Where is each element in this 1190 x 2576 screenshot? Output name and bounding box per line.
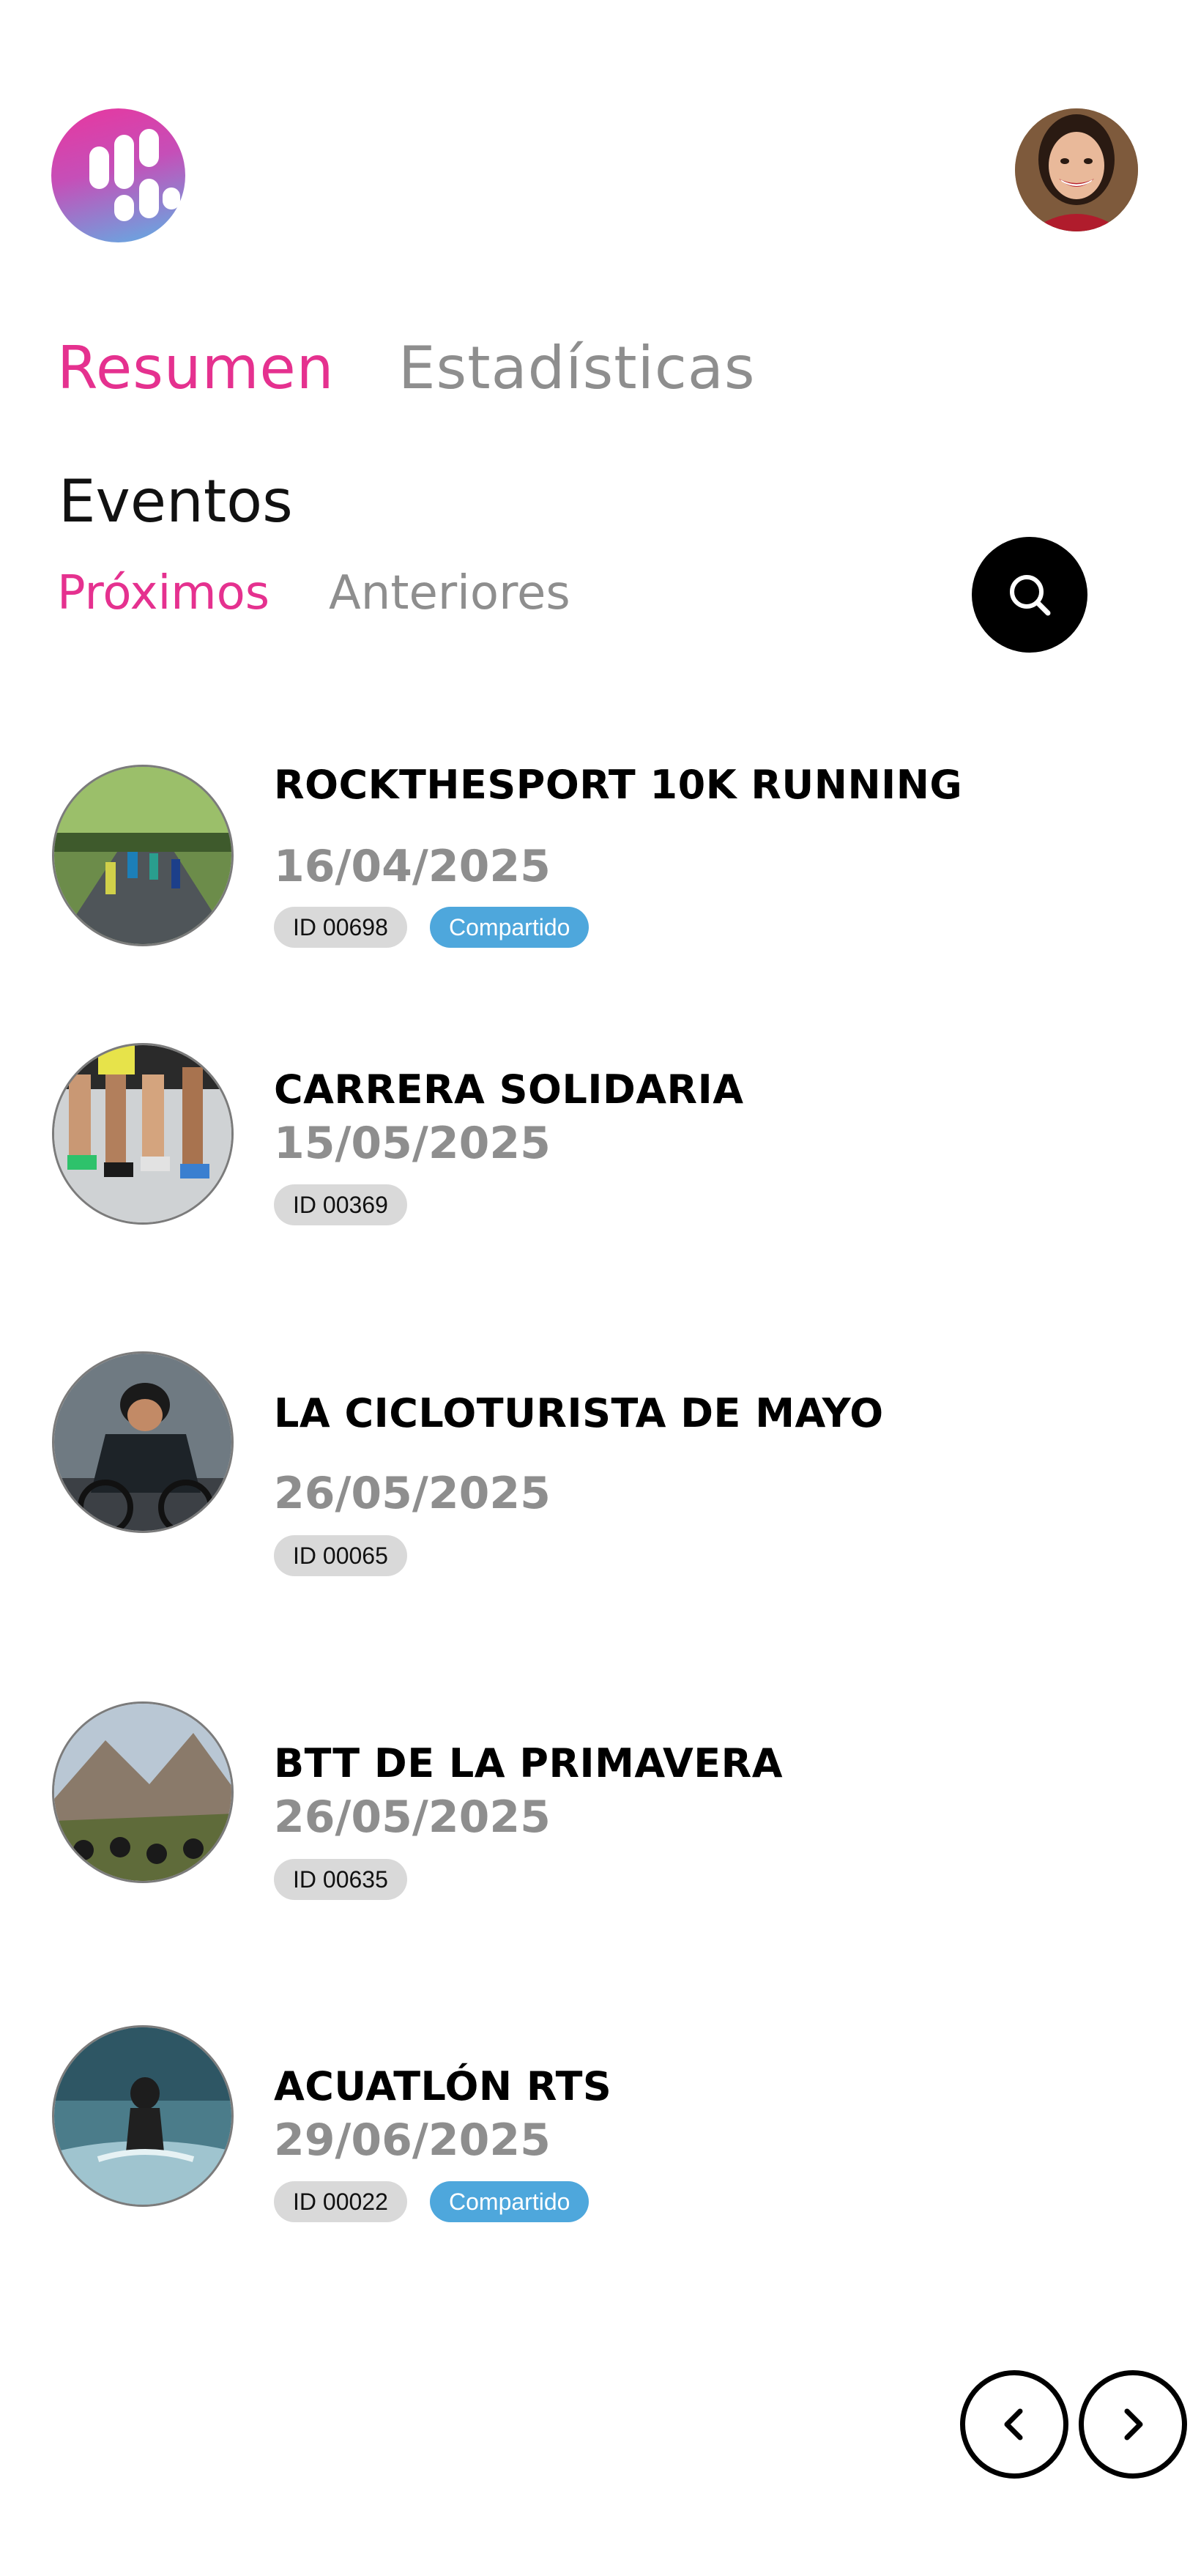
avatar-illustration [1015,108,1138,231]
event-title[interactable]: ROCKTHESPORT 10K RUNNING [274,756,962,814]
chevron-left-icon [1004,2408,1023,2440]
event-id-badge: ID 00022 [274,2181,407,2222]
event-image-btt[interactable] [52,1701,234,1883]
event-id-badge: ID 00369 [274,1184,407,1225]
water-runner-photo [54,2027,231,2205]
app-logo[interactable] [51,108,185,242]
logo-bar [114,195,134,221]
shared-badge: Compartido [430,2181,590,2222]
user-avatar[interactable] [1015,108,1138,231]
event-title[interactable]: CARRERA SOLIDARIA [274,1061,744,1119]
event-title[interactable]: ACUATLÓN RTS [274,2057,611,2116]
logo-bar [139,179,159,218]
logo-bar [89,146,109,189]
event-id-badge: ID 00698 [274,907,407,948]
previous-page-button[interactable] [960,2370,1068,2479]
tab-resumen[interactable]: Resumen [57,328,334,409]
event-id-badge: ID 00635 [274,1859,407,1900]
mountain-bikers-photo [54,1704,231,1881]
event-date: 26/05/2025 [274,1468,551,1519]
chevron-right-icon [1124,2408,1143,2440]
event-id-badge: ID 00065 [274,1535,407,1576]
logo-bar [139,129,159,167]
event-image-running[interactable] [52,765,234,946]
tab-proximos[interactable]: Próximos [57,557,269,630]
tab-estadisticas[interactable]: Estadísticas [398,328,756,409]
logo-bar [163,188,180,209]
event-image-cicloturista[interactable] [52,1351,234,1533]
section-title: Eventos [59,467,293,535]
tab-anteriores[interactable]: Anteriores [329,557,570,630]
event-date: 26/05/2025 [274,1792,551,1843]
running-crowd-photo [54,767,231,944]
search-icon [1010,575,1051,616]
event-title[interactable]: BTT DE LA PRIMAVERA [274,1734,783,1793]
cyclist-photo [54,1354,231,1531]
runners-legs-photo [54,1045,231,1222]
shared-badge: Compartido [430,907,590,948]
event-date: 15/05/2025 [274,1118,551,1169]
event-title[interactable]: LA CICLOTURISTA DE MAYO [274,1384,884,1443]
logo-bar [114,135,134,189]
event-image-carrera[interactable] [52,1043,234,1225]
search-button[interactable] [972,537,1087,653]
event-date: 29/06/2025 [274,2115,551,2166]
event-date: 16/04/2025 [274,841,551,892]
next-page-button[interactable] [1079,2370,1187,2479]
event-image-acuatlon[interactable] [52,2025,234,2207]
